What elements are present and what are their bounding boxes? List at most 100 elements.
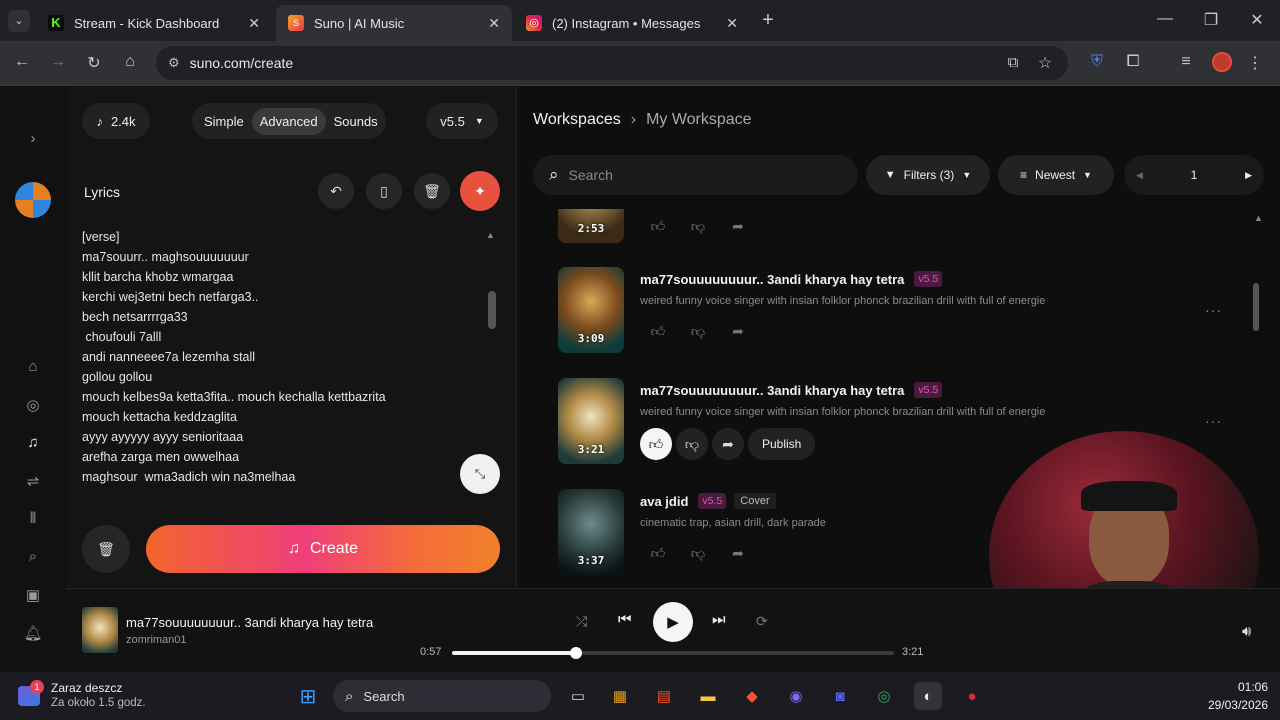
thumbs-down-icon[interactable]: 👎︎ — [680, 317, 716, 345]
media-control-icon[interactable]: ≡ — [1176, 53, 1196, 71]
extensions-icon[interactable]: ⧠ — [1123, 53, 1143, 71]
studio-icon[interactable]: ⇌ — [22, 472, 44, 494]
close-icon[interactable]: ✕ — [488, 15, 500, 32]
minimize-icon[interactable]: — — [1157, 10, 1173, 28]
file-explorer-icon[interactable]: ▬ — [694, 682, 722, 710]
credits-badge[interactable]: ♪ 2.4k — [82, 103, 150, 139]
create-button[interactable]: ♫ Create — [146, 525, 500, 573]
progress-handle[interactable] — [569, 647, 582, 659]
explore-icon[interactable]: ◎ — [22, 396, 44, 418]
tab-kick[interactable]: K Stream - Kick Dashboard ✕ — [36, 5, 272, 41]
sort-button[interactable]: ≡ Newest ▼ — [998, 155, 1114, 195]
create-icon[interactable]: ♫ — [22, 434, 44, 456]
thumbs-up-icon[interactable]: 👍︎ — [640, 539, 676, 567]
tab-search-icon[interactable]: ⌄ — [8, 10, 30, 32]
song-title[interactable]: ma77souuuuuuuur.. 3andi kharya hay tetra — [640, 272, 904, 287]
close-icon[interactable]: ✕ — [726, 15, 738, 32]
bookmark-star-icon[interactable]: ☆ — [1036, 53, 1054, 73]
discord-icon[interactable]: ◙ — [826, 682, 854, 710]
lyrics-textarea[interactable]: [verse] ma7souurr.. maghsouuuuuuur kllit… — [82, 227, 482, 499]
windows-start-icon[interactable]: ⊞ — [294, 682, 322, 710]
share-icon[interactable]: ➦ — [720, 539, 756, 567]
weather-title[interactable]: Zaraz deszcz — [51, 681, 122, 695]
now-playing-cover[interactable] — [82, 607, 118, 653]
scroll-up-icon[interactable]: ▲ — [1254, 213, 1263, 223]
more-options-icon[interactable]: ··· — [1205, 413, 1222, 429]
brave-icon[interactable]: ◆ — [738, 682, 766, 710]
microsoft-store-icon[interactable]: ▤ — [650, 682, 678, 710]
expand-chevron-icon[interactable]: › — [22, 130, 44, 152]
play-button[interactable]: ▶ — [653, 602, 693, 642]
bookmark-icon[interactable]: ▯ — [366, 173, 402, 209]
profile-avatar[interactable] — [1212, 52, 1232, 72]
prev-page-icon[interactable]: ◀ — [1136, 170, 1143, 181]
share-icon[interactable]: ➦ — [720, 212, 756, 240]
clear-trash-icon[interactable]: 🗑︎ — [82, 525, 130, 573]
chrome-icon[interactable]: ◎ — [870, 682, 898, 710]
volume-icon[interactable]: 🔊︎ — [1242, 623, 1251, 640]
thumbs-up-icon[interactable]: 👍︎ — [640, 317, 676, 345]
collapse-up-icon[interactable]: ▲ — [486, 230, 495, 240]
more-options-icon[interactable]: ··· — [1205, 302, 1222, 318]
now-playing-title[interactable]: ma77souuuuuuuur.. 3andi kharya hay tetra — [126, 615, 373, 630]
library-icon[interactable]: ⫴ — [22, 510, 44, 532]
breadcrumb-root[interactable]: Workspaces — [533, 111, 621, 129]
song-title[interactable]: ava jdid — [640, 494, 688, 509]
hooks-icon[interactable]: ▣ — [22, 586, 44, 608]
song-row[interactable]: 3:09 ma77souuuuuuuur.. 3andi kharya hay … — [517, 267, 1280, 357]
song-row[interactable]: 2:53 👍︎ 👎︎ ➦ — [517, 209, 1280, 245]
site-info-icon[interactable]: ⚙ — [168, 55, 180, 71]
thumbs-down-icon[interactable]: 👎︎ — [680, 539, 716, 567]
progress-track[interactable] — [452, 647, 894, 659]
tab-instagram[interactable]: ◎ (2) Instagram • Messages ✕ — [514, 5, 750, 41]
shuffle-icon[interactable]: ⤮ — [576, 613, 587, 630]
tab-suno[interactable]: S Suno | AI Music ✕ — [276, 5, 512, 41]
address-bar[interactable]: ⚙ suno.com/create ⧉ ☆ — [156, 46, 1068, 80]
restore-icon[interactable]: ❐ — [1203, 10, 1219, 30]
trash-icon[interactable]: 🗑︎ — [414, 173, 450, 209]
menu-dots-icon[interactable]: ⋮ — [1247, 53, 1263, 73]
publish-button[interactable]: Publish — [748, 428, 816, 460]
new-tab-icon[interactable]: + — [758, 10, 778, 30]
song-cover[interactable]: 3:09 — [558, 267, 624, 353]
version-select[interactable]: v5.5 ▼ — [426, 103, 498, 139]
mode-simple[interactable]: Simple — [196, 108, 252, 135]
reload-icon[interactable]: ↻ — [84, 53, 104, 73]
song-list-scrollbar[interactable] — [1253, 283, 1259, 331]
thumbs-up-icon[interactable]: 👍︎ — [640, 212, 676, 240]
song-cover[interactable]: 3:21 — [558, 378, 624, 464]
undo-icon[interactable]: ↶ — [318, 173, 354, 209]
now-playing-artist[interactable]: zomriman01 — [126, 634, 187, 646]
mode-sounds[interactable]: Sounds — [326, 108, 386, 135]
share-icon[interactable]: ➦ — [712, 428, 744, 460]
share-icon[interactable]: ➦ — [720, 317, 756, 345]
next-icon[interactable]: ⏭ — [712, 611, 726, 628]
search-input[interactable]: ⌕ Search — [533, 155, 858, 195]
close-icon[interactable]: ✕ — [248, 15, 260, 32]
song-title[interactable]: ma77souuuuuuuur.. 3andi kharya hay tetra — [640, 383, 904, 398]
magic-wand-icon[interactable]: ✦ — [460, 171, 500, 211]
shield-extension-icon[interactable]: ⛨ — [1087, 53, 1107, 71]
close-window-icon[interactable]: ✕ — [1249, 10, 1265, 30]
repeat-icon[interactable]: ⟳ — [756, 613, 768, 630]
home-icon[interactable]: ⌂ — [120, 53, 140, 71]
home-icon[interactable]: ⌂ — [22, 358, 44, 380]
notifications-icon[interactable]: 🔔︎ — [22, 624, 44, 646]
previous-icon[interactable]: ⏮ — [618, 611, 632, 628]
thumbs-down-icon[interactable]: 👎︎ — [676, 428, 708, 460]
widgets-icon[interactable]: ▦ — [606, 682, 634, 710]
clock-date[interactable]: 29/03/2026 — [1196, 698, 1276, 712]
red-app-icon[interactable]: ● — [958, 682, 986, 710]
filters-button[interactable]: ▼ Filters (3) ▼ — [866, 155, 990, 195]
suno-logo[interactable] — [15, 182, 51, 218]
song-cover[interactable]: 2:53 — [558, 209, 624, 243]
task-view-icon[interactable]: ▭ — [564, 682, 592, 710]
forward-icon[interactable]: → — [48, 53, 68, 71]
minimize-editor-icon[interactable]: ⤡ — [460, 454, 500, 494]
taskbar-search[interactable]: ⌕ Search — [333, 680, 551, 712]
mode-advanced[interactable]: Advanced — [251, 107, 326, 135]
next-page-icon[interactable]: ▶ — [1245, 170, 1252, 181]
song-cover[interactable]: 3:37 — [558, 489, 624, 575]
lyrics-scrollbar[interactable] — [488, 291, 496, 329]
clock-time[interactable]: 01:06 — [1212, 680, 1276, 694]
